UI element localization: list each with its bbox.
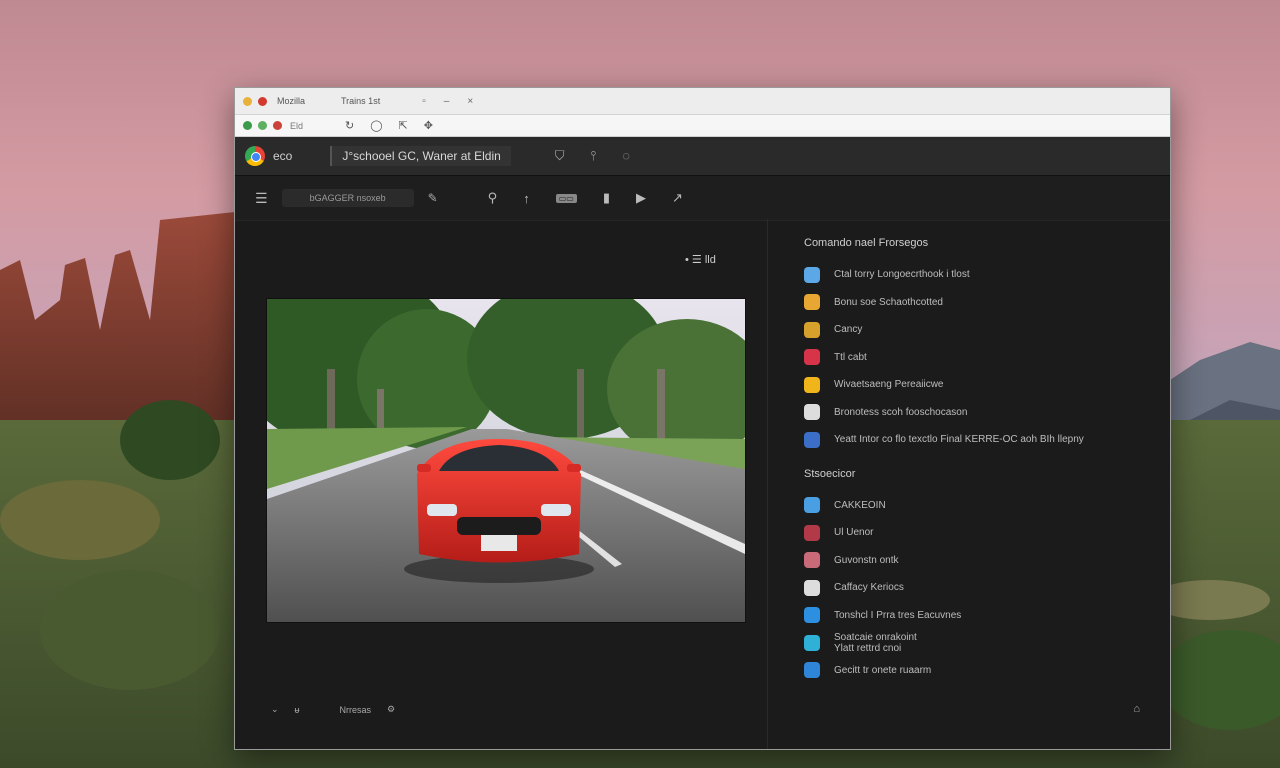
window-title: Mozilla — [277, 96, 306, 106]
list-item[interactable]: Guvonstn ontk — [804, 547, 1134, 575]
list-item[interactable]: CAKKEOIN — [804, 492, 1134, 520]
sidebar-panel: Comando nael Frorsegos Ctal torry Longoe… — [768, 219, 1170, 749]
list-item[interactable]: Tonshcl I Prra tres Eacuvnes — [804, 602, 1134, 630]
chrome-icon — [804, 524, 820, 541]
square-app-icon — [804, 579, 820, 596]
list-item[interactable]: Ul Uenor — [804, 519, 1134, 547]
minimize-button[interactable] — [243, 96, 252, 106]
main-toolbar: ☰ bGAGGER nsoxeb ✎ ⚲ ↑ ▭▭ ▮ ▶ ↗ — [235, 176, 1170, 221]
list-item[interactable]: Bronotess scoh fooschocason — [804, 399, 1134, 427]
play-icon[interactable]: ▶ — [636, 190, 646, 206]
folder-icon — [804, 552, 820, 569]
list-item-label: Bonu soe Schaothcotted — [834, 296, 943, 308]
settings-small-icon[interactable]: ⚙ — [387, 704, 395, 715]
section-title-2: Stsoecicor — [804, 467, 856, 480]
search-icon[interactable]: ⚲ — [488, 190, 498, 206]
car-photo[interactable] — [266, 298, 746, 623]
list-item-label: Tonshcl I Prra tres Eacuvnes — [834, 609, 962, 621]
image-viewer: • ☰ lld ⌄ ᵾ Nrresas ⚙ — [235, 219, 768, 749]
refresh-icon[interactable]: ↻ — [345, 119, 354, 132]
list-item-label: Cancy — [834, 324, 863, 336]
upload-icon[interactable]: ↑ — [523, 191, 530, 206]
list-item[interactable]: Yeatt Intor co flo texctlo Final KERRE-O… — [804, 426, 1134, 454]
reload-icon[interactable] — [273, 121, 282, 130]
globe-icon — [804, 497, 820, 514]
list-item-label: CAKKEOIN — [834, 499, 886, 511]
viewer-controls[interactable]: • ☰ lld — [685, 253, 716, 266]
close-button[interactable] — [258, 96, 267, 106]
app-name: eco — [273, 149, 293, 163]
list-item-label: Bronotess scoh fooschocason — [834, 406, 968, 418]
viewer-footer: ⌄ ᵾ Nrresas ⚙ — [271, 704, 395, 715]
expand-icon[interactable]: ↗ — [672, 190, 683, 206]
pin-icon[interactable]: ⫯ — [591, 148, 597, 164]
browser-window: Mozilla Trains 1st ▫ – × Eld ↻ ◯ ⇱ ✥ eco… — [234, 87, 1171, 750]
footer-label: Nrresas — [339, 704, 371, 715]
list-item-label: Soatcaie onrakoint Ylatt rettrd cnoi — [834, 631, 917, 654]
share-icon[interactable]: ⇱ — [399, 119, 408, 132]
mic-icon[interactable]: ⌂ — [1133, 703, 1140, 715]
main-content: • ☰ lld ⌄ ᵾ Nrresas ⚙ Comando nael Frors… — [235, 219, 1170, 749]
back-icon[interactable] — [243, 121, 252, 130]
figure-icon — [804, 266, 820, 283]
blue-app-icon — [804, 431, 820, 448]
list-item[interactable]: Caffacy Keriocs — [804, 574, 1134, 602]
chevron-down-icon[interactable]: ⌄ — [271, 704, 279, 715]
chrome-icon — [804, 321, 820, 338]
list-item[interactable]: Cancy — [804, 316, 1134, 344]
keyboard-icon[interactable]: ▭▭ — [555, 193, 577, 203]
url-field[interactable]: Eld — [290, 121, 303, 131]
droplet-icon — [804, 404, 820, 421]
breadcrumb[interactable]: bGAGGER nsoxeb — [281, 189, 414, 207]
list-item[interactable]: Ttl cabt — [804, 344, 1134, 372]
app-logo-icon — [245, 146, 265, 166]
extensions-icon[interactable]: ✥ — [424, 119, 433, 132]
list-item[interactable]: Ctal torry Longoecrthook i tlost — [804, 261, 1134, 289]
red-app-icon — [804, 349, 820, 366]
shield-icon[interactable]: ◯ — [370, 119, 382, 132]
trash-icon[interactable]: ▮ — [603, 190, 610, 206]
filter-icon[interactable]: ᵾ — [295, 705, 300, 715]
list-item-label: Ctal torry Longoecrthook i tlost — [834, 269, 970, 281]
section-list-1: Ctal torry Longoecrthook i tlost Bonu soe… — [804, 261, 1134, 454]
list-item[interactable]: Gecitt tr onete ruaarm — [804, 657, 1134, 685]
edit-icon[interactable]: ✎ — [428, 191, 438, 205]
settings-icon[interactable]: ◌ — [622, 148, 630, 164]
section-title-1: Comando nael Frorsegos — [804, 237, 929, 249]
list-item[interactable]: Wivaetsaeng Pereaiicwe — [804, 371, 1134, 399]
list-item-label: Caffacy Keriocs — [834, 582, 904, 594]
list-item-label: Gecitt tr onete ruaarm — [834, 664, 932, 676]
list-item[interactable]: Soatcaie onrakoint Ylatt rettrd cnoi — [804, 629, 1134, 657]
list-item[interactable]: Bonu soe Schaothcotted — [804, 289, 1134, 317]
list-item-label: Wivaetsaeng Pereaiicwe — [834, 379, 944, 391]
section-list-2: CAKKEOIN Ul Uenor Guvonstn ontk Caffacy Ker… — [804, 492, 1134, 685]
list-item-label: Yeatt Intor co flo texctlo Final KERRE-O… — [834, 434, 1084, 446]
warning-icon — [804, 294, 820, 311]
bookmark-icon[interactable]: ⛉ — [555, 148, 565, 164]
list-item-label: Ttl cabt — [834, 351, 867, 363]
menu-icon[interactable]: ☰ — [255, 190, 268, 207]
list-item-label: Ul Uenor — [834, 527, 874, 539]
forward-icon[interactable] — [258, 121, 267, 130]
yellow-app-icon — [804, 376, 820, 393]
blue-app-icon — [804, 607, 820, 624]
chat-icon — [804, 634, 820, 651]
list-item-label: Guvonstn ontk — [834, 554, 899, 566]
photo-app-icon — [804, 662, 820, 679]
